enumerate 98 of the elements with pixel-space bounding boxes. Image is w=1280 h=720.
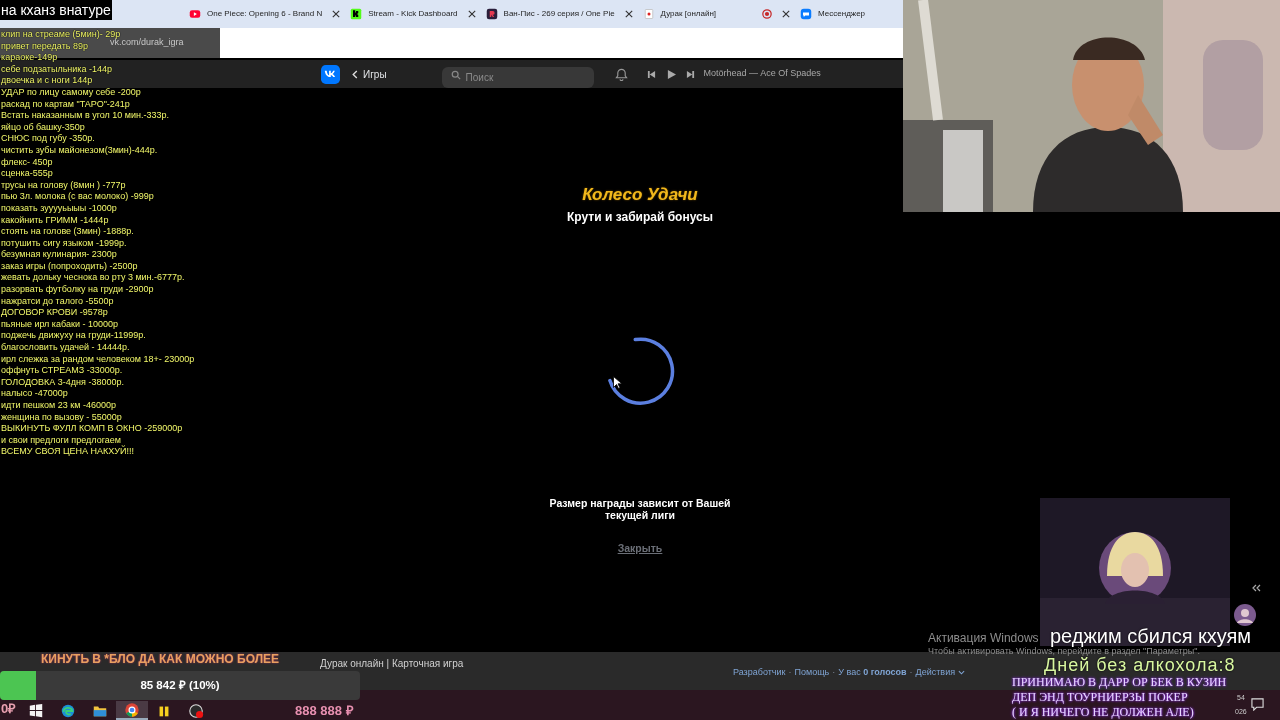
price-list-item: безумная кулинария- 2300р xyxy=(1,249,117,261)
price-list-item: пью 3л. молока (с вас молоко) -999р xyxy=(1,191,154,203)
footer-link[interactable]: Действия xyxy=(915,666,966,680)
price-list-item: трусы на голову (8мин ) -777р xyxy=(1,179,126,192)
search-field[interactable]: Поиск xyxy=(441,66,594,88)
site-icon xyxy=(485,8,498,20)
chevron-down-icon xyxy=(958,670,966,676)
browser-tab[interactable]: Stream - Kick Dashboard xyxy=(345,0,481,28)
price-list-item: поджечь движуху на груди-11999р. xyxy=(1,330,146,343)
overlay-caption: на кханз внатуре xyxy=(0,0,112,20)
price-list-item: благословить удачей - 14444р. xyxy=(1,342,130,354)
notice-text: ( И Я НИЧЕГО НЕ ДОЛЖЕН АЛЕ) xyxy=(1012,705,1194,720)
browser-icon xyxy=(124,701,140,718)
price-list-item: Встать наказанным в угол 10 мин.-333р. xyxy=(1,110,170,122)
site-icon xyxy=(350,8,363,20)
price-list-item: себе подзатыльника -144р xyxy=(1,63,113,76)
notice-text: ДЕП ЭНД ТОУРНИЕРЗЫ ПОКЕР xyxy=(1012,690,1188,705)
price-list-item: ирл слежка за рандом человеком 18+- 23000р xyxy=(1,353,195,366)
activation-title: Активация Windows xyxy=(928,631,1039,645)
close-icon[interactable] xyxy=(782,10,791,18)
price-list-item: клип на стреаме (5мин)- 29р xyxy=(1,29,121,39)
reward-note: Размер награды зависит от Вашей текущей лиги xyxy=(548,497,732,521)
total-text: 888 888 ₽ xyxy=(295,702,354,720)
price-list-item: жевать дольку чеснока во рту 3 мин.-6777р. xyxy=(1,272,185,285)
url-text: vk.com/durak_igra xyxy=(110,37,184,50)
price-list-item: ВЫКИНУТЬ ФУЛЛ КОМП В ОКНО -259000р xyxy=(1,423,183,435)
progress-text: 85 842 ₽ (10%) xyxy=(139,677,221,693)
separator-dot: · xyxy=(909,666,913,679)
double-chevron-icon[interactable] xyxy=(1251,584,1261,592)
price-list-item: караоке-149р xyxy=(1,52,58,64)
next-icon[interactable] xyxy=(685,69,695,79)
browser-tab[interactable]: Ван-Пис - 269 серия / One Pie xyxy=(480,0,638,28)
separator-dot: · xyxy=(832,666,836,679)
avatar-icon xyxy=(1234,604,1256,626)
loading-spinner xyxy=(605,335,677,407)
footer-link[interactable]: Помощь xyxy=(794,666,830,680)
play-icon[interactable] xyxy=(666,69,676,79)
record-icon xyxy=(188,702,204,719)
subtitle-text: Крути и забирай бонусы xyxy=(566,209,714,226)
back-link[interactable]: Игры xyxy=(352,66,387,82)
browser-tab[interactable]: Дурак [онлайн] xyxy=(637,0,796,28)
price-list-item: разорвать футболку на груди -2900р xyxy=(1,284,154,296)
close-link[interactable]: Закрыть xyxy=(610,541,670,557)
track-title: Motörhead — Ace Of Spades xyxy=(703,67,821,81)
notice-text: ПРИНИМАЮ В ДАРР ОР БЕК В КУЗИН xyxy=(1012,675,1227,690)
search-icon xyxy=(450,69,461,80)
price-list-item: показать зууууьыыы -1000р xyxy=(1,202,117,215)
notification-icon[interactable] xyxy=(1251,698,1264,711)
bell-icon[interactable] xyxy=(614,67,628,81)
price-list-item: привет передать 89р xyxy=(1,40,88,53)
counter-text: Дней без алкохола:8 xyxy=(1044,656,1236,675)
price-list-item: пьяные ирл кабаки - 10000р xyxy=(1,318,118,331)
browser-tab[interactable]: Мессенджер xyxy=(795,0,871,28)
price-list-item: ДОГОВОР КРОВИ -9578р xyxy=(1,307,108,319)
price-list-item: яйцо об башку-350р xyxy=(1,121,85,134)
previous-icon[interactable] xyxy=(646,69,656,79)
price-list-item: флекс- 450р xyxy=(1,156,53,169)
taskbar-button[interactable] xyxy=(116,701,148,720)
price-list-item: СНЮС под губу -350р. xyxy=(1,133,95,145)
banner-text: КИНУТЬ В *БЛО ДА КАК МОЖНО БОЛЕЕ xyxy=(41,652,280,667)
site-icon xyxy=(800,8,813,20)
price-list-item: идти пешком 23 км -46000р xyxy=(1,400,116,412)
price-list-item: ВСЕМУ СВОЯ ЦЕНА НАКХУЙ!!! xyxy=(1,446,135,458)
price-list-item: стоять на голове (3мин) -1888р. xyxy=(1,226,134,238)
price-list-item: ГОЛОДОВКА 3-4дня -38000р. xyxy=(1,376,124,389)
close-icon[interactable] xyxy=(467,10,476,18)
price-list-item: женщина по вызову - 55000р xyxy=(1,411,122,424)
price-list-item: налысо -47000р xyxy=(1,388,68,400)
price-list-item: двоечка и с ноги 144р xyxy=(1,75,93,87)
footer-link[interactable]: У вас 0 голосов xyxy=(838,666,907,680)
vk-logo-icon[interactable] xyxy=(321,64,340,84)
price-list-item: какойнить ГРИММ -1444р xyxy=(1,214,109,227)
activation-hint: Чтобы активировать Windows, перейдите в раздел "Параметры". xyxy=(928,647,1200,656)
footer-link[interactable]: Разработчик xyxy=(733,666,786,680)
mouse-cursor-icon xyxy=(613,376,622,389)
price-list-item: нажратси до талого -5500р xyxy=(1,295,114,308)
separator-dot: · xyxy=(788,666,792,679)
price-list-item: и свои предлоги предлогаем xyxy=(1,434,121,445)
windows-icon xyxy=(28,702,44,719)
site-icon xyxy=(189,8,201,20)
close-icon[interactable] xyxy=(624,10,633,18)
site-icon xyxy=(642,8,655,20)
price-list-item: УДАР по лицу самому себе -200р xyxy=(1,86,141,99)
wheel-title: Колесо Удачи xyxy=(581,184,699,206)
price-list-item: потушить сигу языком -1999р. xyxy=(1,237,127,250)
price-list-item: оффнуть СТРЕАМЗ -33000р. xyxy=(1,365,123,377)
status-overlay-text: реджим сбился кхуям xyxy=(1050,626,1252,646)
browser-icon xyxy=(60,702,76,719)
price-list-item: чистить зубы майонезом(3мин)-444р. xyxy=(1,144,158,157)
price-list-item: заказ игры (попроходить) -2500р xyxy=(1,260,138,273)
price-list-item: раскад по картам "ТАРО"-241р xyxy=(1,98,130,111)
price-list-item: сценка-555р xyxy=(1,168,53,180)
close-icon[interactable] xyxy=(332,10,341,18)
balance-text: 0₽ xyxy=(1,701,17,717)
browser-tab[interactable]: One Piece: Opening 6 - Brand N xyxy=(184,0,346,28)
app-title: Дурак онлайн | Карточная игра xyxy=(320,658,464,670)
recording-icon xyxy=(762,9,773,19)
chevron-left-icon xyxy=(352,69,358,79)
